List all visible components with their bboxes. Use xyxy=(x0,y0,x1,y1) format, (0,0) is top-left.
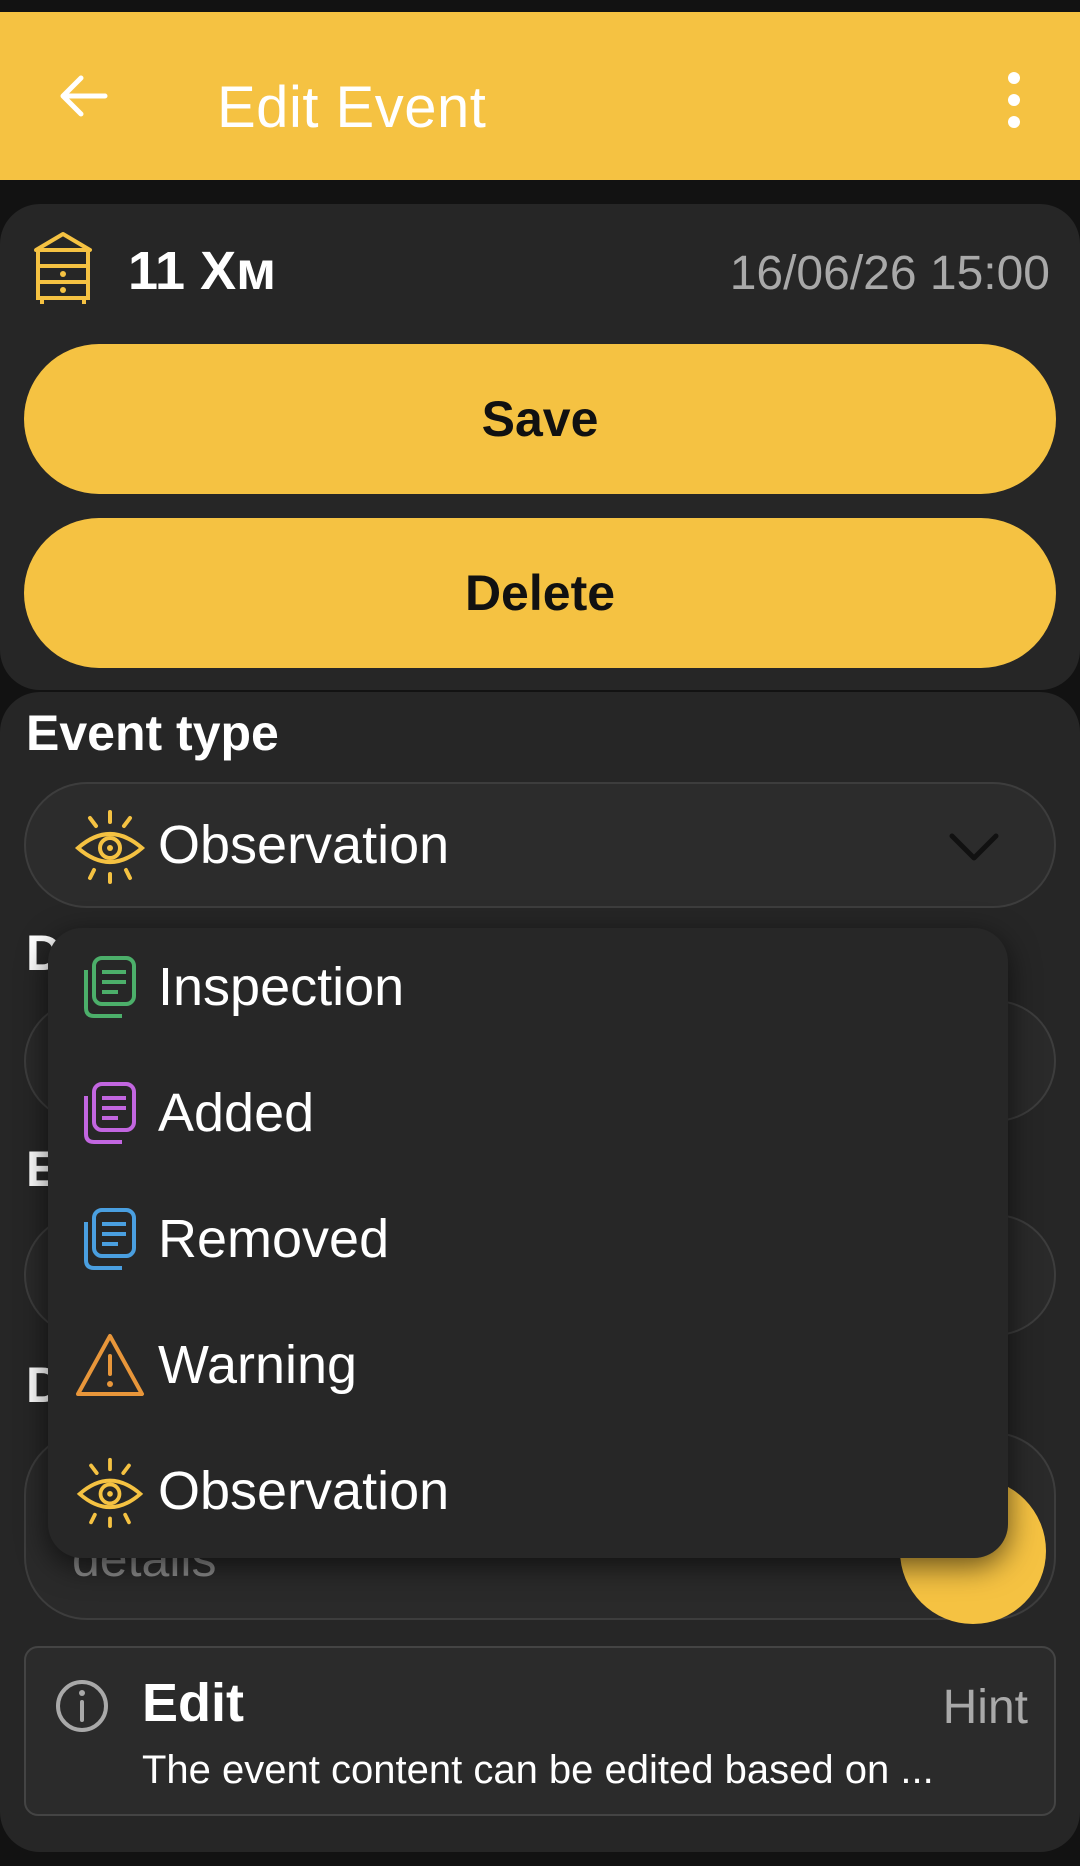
dropdown-option-inspection[interactable]: Inspection xyxy=(48,928,1008,1054)
delete-button[interactable]: Delete xyxy=(24,518,1056,668)
dropdown-option-added[interactable]: Added xyxy=(48,1054,1008,1180)
hint-tag: Hint xyxy=(942,1681,1028,1734)
arrow-left-icon[interactable] xyxy=(55,68,111,124)
event-type-label: Event type xyxy=(26,705,279,761)
hint-body: The event content can be edited based on… xyxy=(142,1748,934,1792)
eye-icon xyxy=(76,1457,144,1528)
eye-icon xyxy=(74,810,146,884)
dropdown-option-warning[interactable]: Warning xyxy=(48,1306,1008,1432)
document-icon xyxy=(84,956,136,1018)
hint-title: Edit xyxy=(142,1673,244,1733)
hive-name: 11 Хм xyxy=(128,241,277,301)
event-type-dropdown: Inspection Added Removed Warning Observa… xyxy=(48,928,1008,1558)
option-label: Warning xyxy=(158,1335,358,1395)
dropdown-option-removed[interactable]: Removed xyxy=(48,1180,1008,1306)
event-type-selected: Observation xyxy=(158,815,450,875)
event-type-select[interactable]: Observation xyxy=(24,782,1056,908)
option-label: Observation xyxy=(158,1461,450,1521)
dropdown-option-observation[interactable]: Observation xyxy=(48,1432,1008,1558)
app-bar: Edit Event xyxy=(0,12,1080,180)
save-button[interactable]: Save xyxy=(24,344,1056,494)
info-icon xyxy=(56,1680,108,1732)
chevron-down-icon xyxy=(949,833,999,861)
beehive-icon xyxy=(34,232,92,304)
event-datetime[interactable]: 16/06/26 15:00 xyxy=(730,246,1050,301)
warning-icon xyxy=(76,1334,144,1396)
option-label: Added xyxy=(158,1083,315,1143)
page-title: Edit Event xyxy=(217,75,487,140)
status-bar xyxy=(0,0,1080,12)
more-vertical-icon[interactable] xyxy=(996,68,1032,132)
document-icon xyxy=(84,1082,136,1144)
option-label: Removed xyxy=(158,1209,390,1269)
document-icon xyxy=(84,1208,136,1270)
hint-card: Edit Hint The event content can be edite… xyxy=(24,1646,1056,1816)
option-label: Inspection xyxy=(158,957,405,1017)
